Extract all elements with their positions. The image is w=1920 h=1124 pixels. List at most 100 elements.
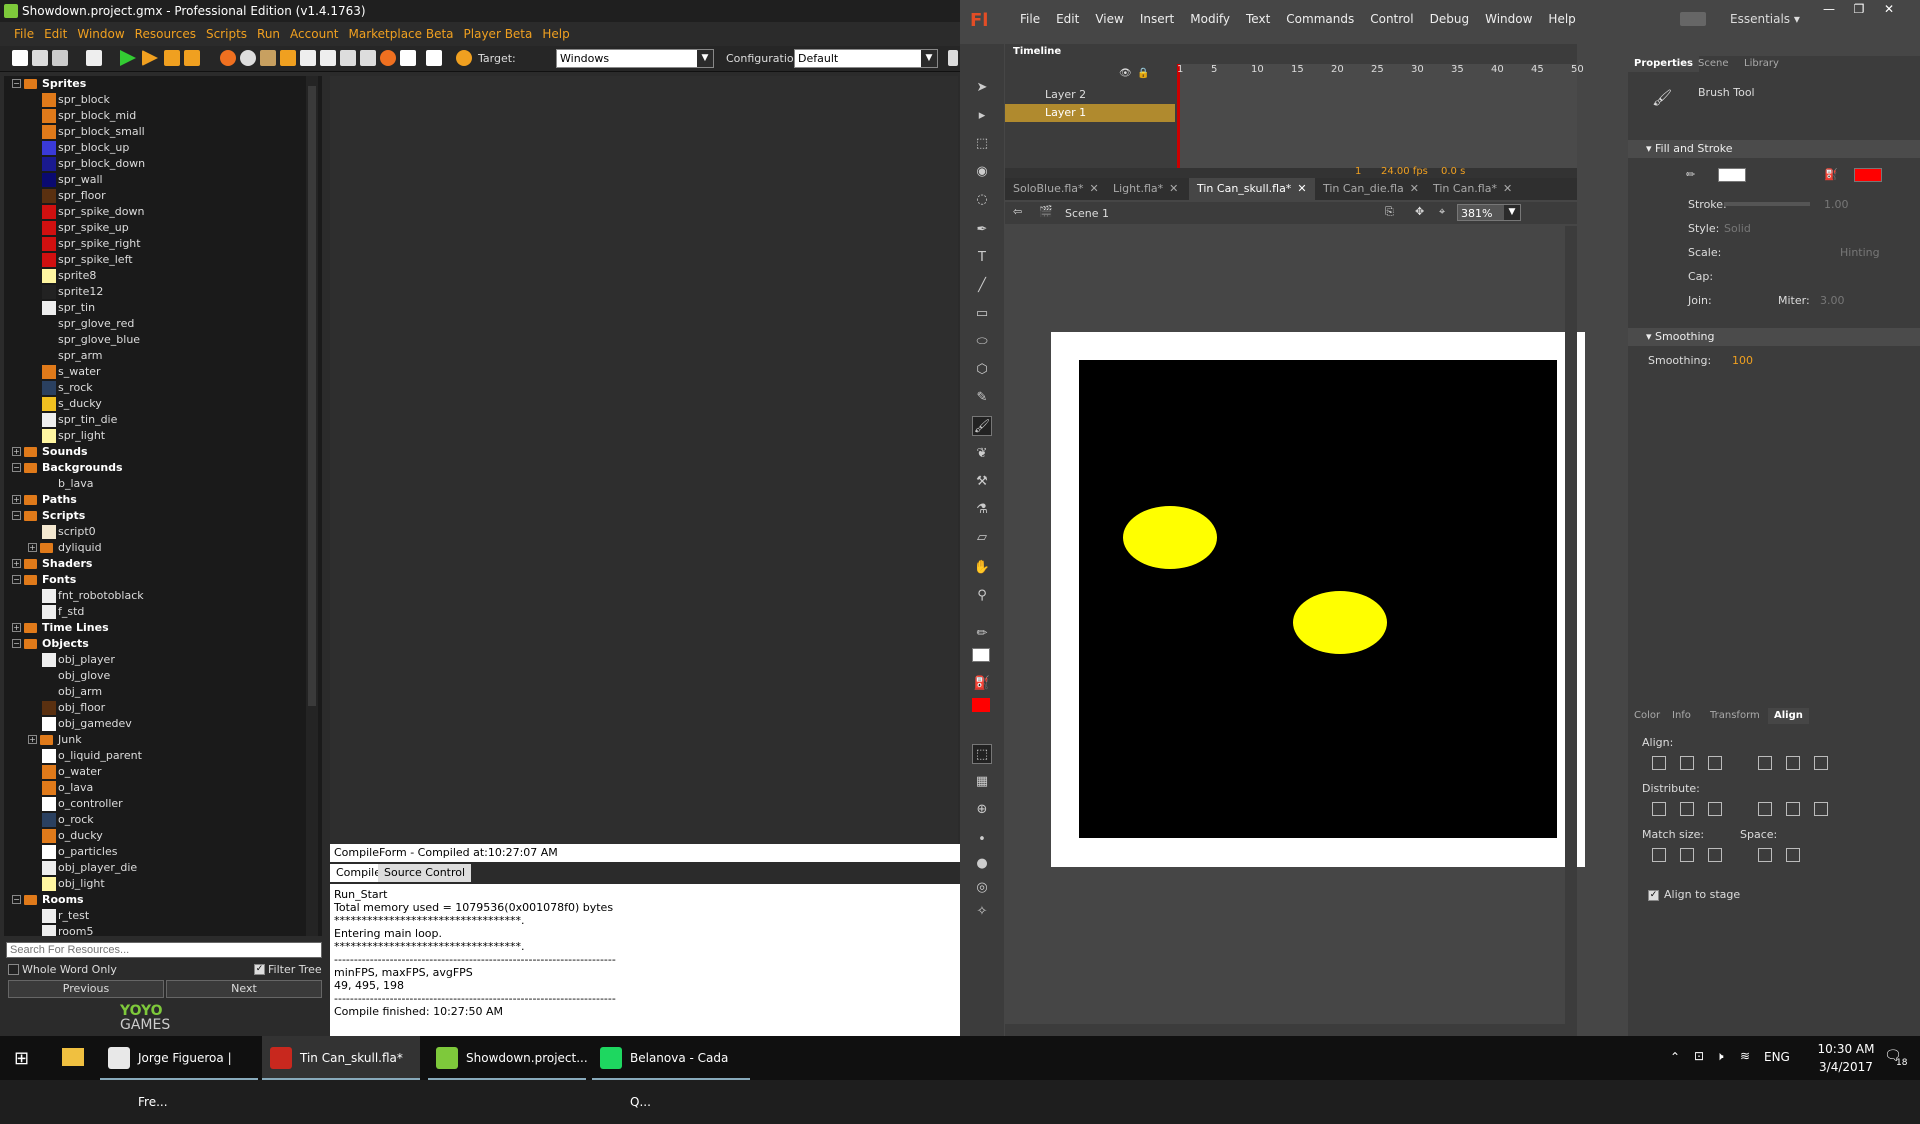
yellow-ellipse-1[interactable] [1123, 506, 1217, 569]
tab-source-control[interactable]: Source Control [378, 864, 472, 882]
style-value[interactable]: Solid [1724, 222, 1751, 235]
wifi-icon[interactable]: ≋ [1740, 1049, 1750, 1063]
align-icon[interactable] [1652, 848, 1666, 862]
align-icon[interactable] [1652, 756, 1666, 770]
previous-button[interactable]: Previous [8, 980, 164, 998]
list-icon[interactable] [426, 50, 442, 66]
gm-menu-item[interactable]: Window [73, 24, 128, 44]
bone-tool-icon[interactable]: ⚒ [972, 472, 992, 492]
eye-icon[interactable]: 👁 [1119, 68, 1132, 79]
free-transform-icon[interactable]: ⬚ [972, 134, 992, 154]
stroke-color-icon[interactable]: ✏ [972, 624, 992, 644]
fill-stroke-section[interactable]: ▾ Fill and Stroke [1628, 140, 1920, 158]
layer-row-selected[interactable]: Layer 1 [1005, 104, 1175, 122]
sound-icon[interactable] [240, 50, 256, 66]
open-folder-icon[interactable] [32, 50, 48, 66]
taskbar-app[interactable]: Showdown.project... [428, 1036, 588, 1080]
align-icon[interactable] [1758, 802, 1772, 816]
document-tab[interactable]: Tin Can_skull.fla* ✕ [1189, 178, 1315, 200]
document-tab[interactable]: Tin Can.fla* ✕ [1425, 178, 1520, 200]
target-select[interactable]: Windows ▼ [556, 49, 714, 68]
gm-menu-item[interactable]: File [10, 24, 38, 44]
workspace-switcher[interactable]: Essentials ▾ [1730, 12, 1800, 26]
more-icon[interactable] [948, 50, 958, 66]
polystar-tool-icon[interactable]: ⬡ [972, 360, 992, 380]
tab-properties[interactable]: Properties [1628, 56, 1699, 72]
timeline-icon[interactable] [360, 50, 376, 66]
pen-tool-icon[interactable]: ✒ [972, 220, 992, 240]
lock-icon[interactable]: 🔒 [1137, 68, 1149, 79]
resource-search-input[interactable] [6, 942, 322, 958]
document-tab[interactable]: SoloBlue.fla* ✕ [1005, 178, 1107, 200]
close-icon[interactable]: ✕ [1410, 182, 1419, 195]
expand-toggle-icon[interactable]: − [12, 575, 21, 584]
expand-toggle-icon[interactable]: + [12, 495, 21, 504]
minimize-icon[interactable]: — [1816, 2, 1842, 20]
fl-menu-item[interactable]: Debug [1422, 12, 1477, 26]
eraser-tool-icon[interactable]: ▱ [972, 528, 992, 548]
resource-tree-scrollbar[interactable] [306, 76, 318, 936]
edit-scene-icon[interactable]: ⎘ [1385, 205, 1394, 219]
playhead[interactable] [1177, 64, 1180, 168]
fl-menu-item[interactable]: Window [1477, 12, 1540, 26]
expand-toggle-icon[interactable]: − [12, 79, 21, 88]
yellow-ellipse-2[interactable] [1293, 591, 1387, 654]
clean-icon[interactable] [184, 50, 200, 66]
subselection-tool-icon[interactable]: ▸ [972, 106, 992, 126]
room-icon[interactable] [400, 50, 416, 66]
fl-menu-item[interactable]: Modify [1182, 12, 1238, 26]
gm-menu-item[interactable]: Help [538, 24, 573, 44]
close-icon[interactable]: ✕ [1503, 182, 1512, 195]
document-tab[interactable]: Light.fla* ✕ [1105, 178, 1186, 200]
filter-tree-checkbox[interactable]: ✓ [254, 964, 265, 975]
gm-menu-item[interactable]: Player Beta [460, 24, 537, 44]
brush-tool-icon[interactable]: 🖌 [972, 416, 992, 436]
align-icon[interactable] [1814, 756, 1828, 770]
selection-tool-icon[interactable]: ➤ [972, 78, 992, 98]
line-tool-icon[interactable]: ╱ [972, 276, 992, 296]
path-icon[interactable] [280, 50, 296, 66]
eyedropper-icon[interactable]: ⚗ [972, 500, 992, 520]
document-tab[interactable]: Tin Can_die.fla ✕ [1315, 178, 1427, 200]
align-icon[interactable] [1680, 848, 1694, 862]
language-indicator[interactable]: ENG [1764, 1050, 1790, 1064]
gm-menu-item[interactable]: Scripts [202, 24, 251, 44]
timeline-tab[interactable]: Timeline [1013, 46, 1061, 57]
stroke-color-swatch[interactable] [972, 648, 990, 662]
fl-menu-item[interactable]: View [1087, 12, 1131, 26]
stage-vertical-scrollbar[interactable] [1565, 226, 1577, 1024]
stage-area[interactable] [1005, 226, 1585, 1024]
network-icon[interactable]: ⊡ [1694, 1049, 1704, 1063]
tab-transform[interactable]: Transform [1704, 708, 1766, 724]
fl-menu-item[interactable]: Edit [1048, 12, 1087, 26]
save-icon[interactable] [52, 50, 68, 66]
frames-grid[interactable]: 1 5 10 15 20 25 30 35 40 45 50 [1177, 64, 1584, 168]
align-icon[interactable] [1708, 848, 1722, 862]
fl-menu-item[interactable]: File [1012, 12, 1048, 26]
align-icon[interactable] [1652, 802, 1666, 816]
align-icon[interactable] [1758, 848, 1772, 862]
tray-up-icon[interactable]: ⌃ [1670, 1050, 1680, 1064]
brush-size-icon[interactable]: • [972, 830, 992, 850]
taskbar-app[interactable]: Jorge Figueroa | Fre... [100, 1036, 258, 1109]
tab-color[interactable]: Color [1628, 708, 1666, 724]
expand-toggle-icon[interactable]: + [12, 559, 21, 568]
miter-value[interactable]: 3.00 [1820, 294, 1845, 307]
tab-align[interactable]: Align [1768, 708, 1809, 724]
lasso-icon[interactable]: ◌ [972, 190, 992, 210]
expand-toggle-icon[interactable]: + [28, 543, 37, 552]
fl-menu-item[interactable]: Help [1540, 12, 1583, 26]
edit-symbol-icon[interactable]: ✥ [1415, 205, 1424, 218]
expand-toggle-icon[interactable]: − [12, 511, 21, 520]
fl-menu-item[interactable]: Text [1238, 12, 1278, 26]
smoothing-section[interactable]: ▾ Smoothing [1628, 328, 1920, 346]
debug-icon[interactable] [142, 50, 158, 66]
hand-tool-icon[interactable]: ✋ [972, 558, 992, 578]
hinting-label[interactable]: Hinting [1840, 246, 1880, 259]
file-explorer-icon[interactable] [62, 1048, 84, 1066]
tab-info[interactable]: Info [1666, 708, 1697, 724]
layer-row[interactable]: Layer 2 [1005, 86, 1175, 104]
smoothing-value[interactable]: 100 [1732, 354, 1753, 367]
fill-color-swatch[interactable] [972, 698, 990, 712]
stroke-swatch[interactable] [1718, 168, 1746, 182]
